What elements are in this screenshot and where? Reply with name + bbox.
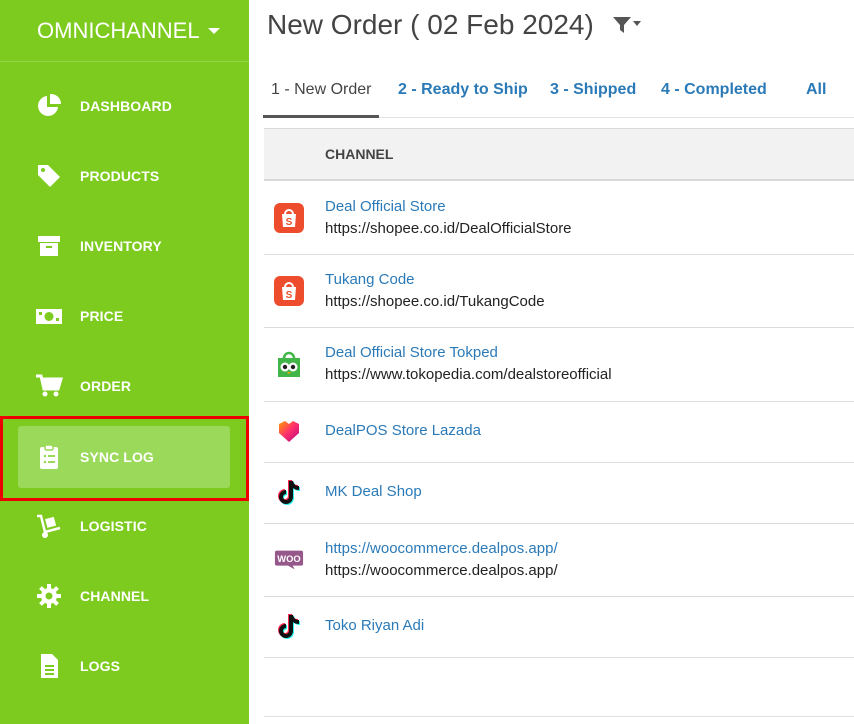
svg-text:WOO: WOO	[277, 554, 300, 564]
table-row[interactable]: Deal Official Store Tokped https://www.t…	[264, 328, 854, 402]
table-row[interactable]: MK Deal Shop	[264, 463, 854, 524]
archive-icon	[35, 232, 63, 260]
main-content: New Order ( 02 Feb 2024) 1 - New Order 2…	[249, 0, 854, 724]
sidebar-item-label: ORDER	[80, 378, 132, 394]
channel-name[interactable]: Deal Official Store Tokped	[325, 344, 498, 361]
pie-chart-icon	[35, 92, 63, 120]
shopee-icon: S	[274, 276, 304, 306]
file-icon	[35, 652, 63, 680]
sidebar-item-inventory[interactable]: INVENTORY	[18, 215, 230, 277]
sidebar-item-label: PRICE	[80, 308, 124, 324]
sidebar-item-order[interactable]: ORDER	[18, 355, 230, 417]
gear-icon	[35, 582, 63, 610]
sidebar-item-price[interactable]: PRICE	[18, 285, 230, 347]
cart-icon	[35, 372, 63, 400]
page-title: New Order ( 02 Feb 2024)	[267, 9, 594, 40]
channel-name[interactable]: Tukang Code	[325, 271, 415, 288]
highlight-box	[0, 416, 249, 501]
order-tabs: 1 - New Order 2 - Ready to Ship 3 - Ship…	[263, 62, 854, 118]
tab-completed[interactable]: 4 - Completed	[653, 62, 775, 118]
tab-ready-to-ship[interactable]: 2 - Ready to Ship	[390, 62, 536, 118]
channel-name[interactable]: https://woocommerce.dealpos.app/	[325, 540, 558, 557]
sidebar-item-label: LOGS	[80, 658, 121, 674]
tiktok-icon	[274, 612, 304, 642]
sidebar-item-label: CHANNEL	[80, 588, 150, 604]
table-row[interactable]: S Tukang Code https://shopee.co.id/Tukan…	[264, 255, 854, 328]
sidebar-item-label: PRODUCTS	[80, 168, 160, 184]
dolly-icon	[35, 512, 63, 540]
woocommerce-icon: WOO	[274, 545, 304, 575]
filter-icon[interactable]	[613, 15, 643, 35]
divider	[264, 716, 854, 717]
shopee-icon: S	[274, 203, 304, 233]
table-row[interactable]: Toko Riyan Adi	[264, 597, 854, 658]
table-row[interactable]: DealPOS Store Lazada	[264, 402, 854, 463]
tiktok-icon	[274, 478, 304, 508]
tag-icon	[35, 162, 63, 190]
caret-down-icon	[207, 27, 220, 34]
sidebar-item-label: LOGISTIC	[80, 518, 147, 534]
sidebar-item-label: DASHBOARD	[80, 98, 172, 114]
sidebar-item-label: INVENTORY	[80, 238, 162, 254]
channel-name[interactable]: DealPOS Store Lazada	[325, 422, 481, 439]
sidebar-item-logs[interactable]: LOGS	[18, 635, 230, 697]
sidebar-item-channel[interactable]: CHANNEL	[18, 565, 230, 627]
table-row[interactable]: WOO https://woocommerce.dealpos.app/ htt…	[264, 524, 854, 597]
table-row[interactable]: S Deal Official Store https://shopee.co.…	[264, 182, 854, 255]
channel-url: https://shopee.co.id/TukangCode	[325, 293, 545, 310]
channel-url: https://shopee.co.id/DealOfficialStore	[325, 220, 572, 237]
channel-url: https://woocommerce.dealpos.app/	[325, 562, 558, 579]
tab-shipped[interactable]: 3 - Shipped	[542, 62, 644, 118]
channel-name[interactable]: Deal Official Store	[325, 198, 446, 215]
sidebar-item-logistic[interactable]: LOGISTIC	[18, 495, 230, 557]
channel-name[interactable]: MK Deal Shop	[325, 483, 422, 500]
brand-menu[interactable]: OMNICHANNEL	[0, 0, 249, 62]
sidebar: OMNICHANNEL DASHBOARD PRODUCTS INVENTORY…	[0, 0, 249, 724]
svg-text:S: S	[286, 217, 293, 228]
tokopedia-icon	[274, 349, 304, 379]
sidebar-item-dashboard[interactable]: DASHBOARD	[18, 75, 230, 137]
table-header: CHANNEL	[264, 128, 854, 181]
tab-all[interactable]: All	[798, 62, 834, 118]
brand-title: OMNICHANNEL	[37, 17, 200, 43]
channel-url: https://www.tokopedia.com/dealstoreoffic…	[325, 366, 612, 383]
lazada-icon	[274, 417, 304, 447]
svg-text:S: S	[286, 290, 293, 301]
column-channel: CHANNEL	[325, 146, 394, 162]
tab-new-order[interactable]: 1 - New Order	[263, 62, 380, 118]
sidebar-item-products[interactable]: PRODUCTS	[18, 145, 230, 207]
money-icon	[35, 302, 63, 330]
channel-name[interactable]: Toko Riyan Adi	[325, 617, 424, 634]
